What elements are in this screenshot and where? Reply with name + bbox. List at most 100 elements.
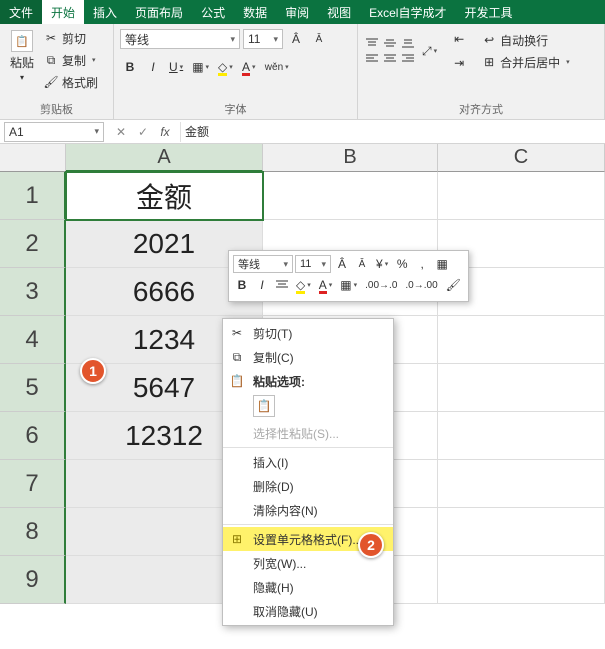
wrap-text-button[interactable]: ↩自动换行: [480, 30, 572, 50]
cut-button[interactable]: ✂剪切: [42, 28, 100, 48]
decrease-indent-icon: ⇤: [454, 32, 464, 46]
border-icon: ▦: [192, 60, 203, 74]
copy-button[interactable]: ⧉复制: [42, 50, 100, 70]
row-header[interactable]: 3: [0, 268, 66, 316]
chevron-down-icon: ▾: [273, 34, 278, 45]
font-name-combo[interactable]: 等线▾: [120, 29, 240, 49]
tab-file[interactable]: 文件: [0, 0, 42, 24]
col-header-a[interactable]: A: [66, 144, 263, 172]
mini-decrease-font[interactable]: Ǎ: [353, 255, 371, 273]
align-right-button[interactable]: [400, 52, 416, 66]
chevron-down-icon: ▾: [283, 259, 288, 270]
mini-border-button[interactable]: ▦: [433, 255, 451, 273]
group-font-label: 字体: [120, 101, 351, 117]
font-size-combo[interactable]: 11▾: [243, 29, 283, 49]
cell[interactable]: [438, 172, 605, 220]
font-color-button[interactable]: A: [239, 56, 259, 78]
row-header[interactable]: 7: [0, 460, 66, 508]
merge-cells-button[interactable]: ⊞合并后居中: [480, 52, 572, 72]
cell[interactable]: [438, 556, 605, 604]
ctx-delete[interactable]: 删除(D): [223, 474, 393, 498]
increase-indent-icon: ⇥: [454, 56, 464, 70]
insert-function-button[interactable]: fx: [154, 122, 176, 142]
tab-formulas[interactable]: 公式: [192, 0, 234, 24]
cell[interactable]: [438, 460, 605, 508]
row-header[interactable]: 9: [0, 556, 66, 604]
increase-font-icon: Â: [292, 32, 300, 46]
col-header-b[interactable]: B: [263, 144, 438, 172]
cancel-edit-button[interactable]: ✕: [110, 122, 132, 142]
row-header[interactable]: 5: [0, 364, 66, 412]
ctx-cut[interactable]: ✂剪切(T): [223, 321, 393, 345]
row-header[interactable]: 2: [0, 220, 66, 268]
cell[interactable]: [438, 508, 605, 556]
align-bottom-button[interactable]: [400, 36, 416, 50]
mini-decrease-decimal[interactable]: .00→.0: [362, 276, 400, 294]
mini-painter-button[interactable]: 🖌: [443, 276, 464, 294]
tab-addin[interactable]: Excel自学成才: [360, 0, 455, 24]
cell[interactable]: [438, 364, 605, 412]
tab-view[interactable]: 视图: [318, 0, 360, 24]
row-header[interactable]: 4: [0, 316, 66, 364]
mini-font-size-combo[interactable]: 11▾: [295, 255, 331, 273]
mini-fill-button[interactable]: ◇: [293, 276, 314, 294]
phonetic-button[interactable]: wěn: [262, 56, 292, 78]
wrap-icon: ↩: [482, 33, 496, 47]
mini-italic-button[interactable]: I: [253, 276, 271, 294]
formula-input[interactable]: 金额: [180, 122, 605, 142]
align-top-button[interactable]: [364, 36, 380, 50]
col-header-c[interactable]: C: [438, 144, 605, 172]
ctx-paste-default[interactable]: 📋: [253, 395, 275, 417]
mini-increase-decimal[interactable]: .0→.00: [402, 276, 440, 294]
scissors-icon: ✂: [229, 325, 245, 341]
border-button[interactable]: ▦: [189, 56, 212, 78]
tab-home[interactable]: 开始: [42, 0, 84, 24]
mini-font-color-button[interactable]: A: [316, 276, 336, 294]
ctx-hide[interactable]: 隐藏(H): [223, 575, 393, 599]
align-middle-button[interactable]: [382, 36, 398, 50]
mini-border2-button[interactable]: ▦: [337, 276, 360, 294]
mini-bold-button[interactable]: B: [233, 276, 251, 294]
name-box[interactable]: A1▾: [4, 122, 104, 142]
tab-page-layout[interactable]: 页面布局: [126, 0, 192, 24]
decrease-font-button[interactable]: Ǎ: [309, 28, 329, 50]
row-header[interactable]: 1: [0, 172, 66, 220]
cell[interactable]: [263, 172, 438, 220]
increase-font-button[interactable]: Â: [286, 28, 306, 50]
mini-font-combo[interactable]: 等线▾: [233, 255, 293, 273]
mini-align-button[interactable]: [273, 276, 291, 294]
tab-review[interactable]: 审阅: [276, 0, 318, 24]
border-icon: ▦: [437, 257, 448, 271]
italic-button[interactable]: I: [143, 56, 163, 78]
align-left-button[interactable]: [364, 52, 380, 66]
mini-increase-font[interactable]: Â: [333, 255, 351, 273]
cell[interactable]: [438, 412, 605, 460]
mini-comma-button[interactable]: ,: [413, 255, 431, 273]
mini-accounting-button[interactable]: ¥: [373, 255, 391, 273]
cell[interactable]: [438, 316, 605, 364]
mini-percent-button[interactable]: %: [393, 255, 411, 273]
ctx-insert[interactable]: 插入(I): [223, 450, 393, 474]
tab-data[interactable]: 数据: [234, 0, 276, 24]
orientation-button[interactable]: ⤢: [419, 40, 440, 62]
tab-insert[interactable]: 插入: [84, 0, 126, 24]
paste-button[interactable]: 📋 粘贴 ▾: [6, 28, 38, 84]
underline-button[interactable]: U: [166, 56, 186, 78]
align-center-button[interactable]: [382, 52, 398, 66]
select-all-corner[interactable]: [0, 144, 66, 172]
ctx-copy[interactable]: ⧉复制(C): [223, 345, 393, 369]
ctx-unhide[interactable]: 取消隐藏(U): [223, 599, 393, 623]
decrease-indent-button[interactable]: ⇤: [449, 28, 469, 50]
tab-developer[interactable]: 开发工具: [455, 0, 521, 24]
ctx-clear[interactable]: 清除内容(N): [223, 498, 393, 522]
confirm-edit-button[interactable]: ✓: [132, 122, 154, 142]
row-header[interactable]: 6: [0, 412, 66, 460]
fill-color-button[interactable]: ◇: [215, 56, 236, 78]
clipboard-icon: 📋: [11, 30, 33, 52]
format-painter-button[interactable]: 🖌格式刷: [42, 72, 100, 92]
bold-button[interactable]: B: [120, 56, 140, 78]
row-header[interactable]: 8: [0, 508, 66, 556]
increase-indent-button[interactable]: ⇥: [449, 52, 469, 74]
cell[interactable]: 金额: [66, 172, 263, 220]
ctx-paste-special[interactable]: 选择性粘贴(S)...: [223, 421, 393, 445]
